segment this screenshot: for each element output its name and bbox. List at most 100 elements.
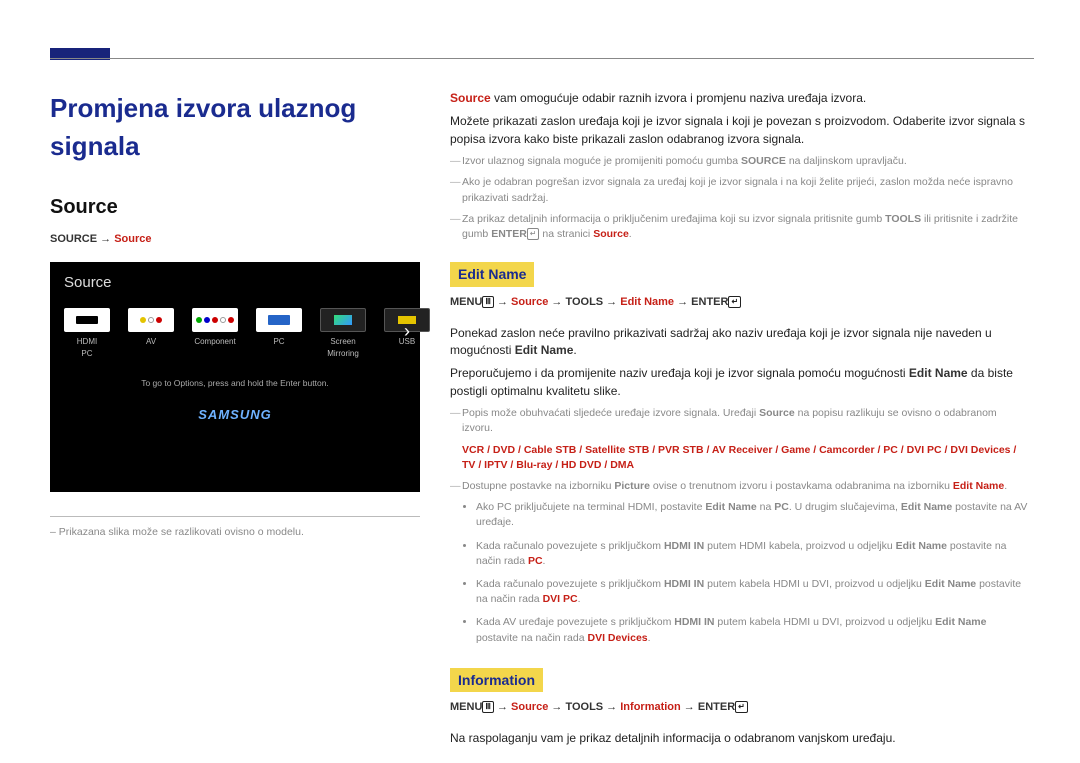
intro-notes: Izvor ulaznog signala moguće je promijen… xyxy=(450,154,1030,242)
pc-icon xyxy=(256,308,302,332)
samsung-logo: SAMSUNG xyxy=(64,406,406,425)
n3a: Za prikaz detaljnih informacija o priklj… xyxy=(462,213,885,225)
caption-text: Prikazana slika može se razlikovati ovis… xyxy=(59,526,304,538)
edit-bullets: Ako PC priključujete na terminal HDMI, p… xyxy=(476,500,1030,646)
ep1c: . xyxy=(573,343,576,357)
right-column: Source vam omogućuje odabir raznih izvor… xyxy=(450,90,1030,754)
ss-label: HDMI PC xyxy=(77,336,97,359)
b4a: Kada AV uređaje povezujete s priključkom xyxy=(476,616,674,628)
ss-source-row: HDMI PC AV Component PC Screen Mirroring xyxy=(64,308,406,359)
ss-item-hdmi: HDMI PC xyxy=(64,308,110,359)
n1a: Izvor ulaznog signala moguće je promijen… xyxy=(462,155,741,167)
b3c: putem kabela HDMI u DVI, proizvod u odje… xyxy=(704,578,925,590)
note-2: Ako je odabran pogrešan izvor signala za… xyxy=(450,175,1030,205)
bullet-1: Ako PC priključujete na terminal HDMI, p… xyxy=(476,500,1030,530)
b3d: Edit Name xyxy=(925,578,976,590)
b2d: Edit Name xyxy=(896,540,947,552)
b4e: postavite na način rada xyxy=(476,632,588,644)
b4g: . xyxy=(648,632,651,644)
ss-item-mirroring: Screen Mirroring xyxy=(320,308,366,359)
b1b: Edit Name xyxy=(705,501,756,513)
devlist: VCR / DVD / Cable STB / Satellite STB / … xyxy=(462,444,1016,471)
epath-f: → ENTER xyxy=(674,296,728,308)
b4b: HDMI IN xyxy=(674,616,714,628)
ipath-c: Source xyxy=(511,701,548,713)
b1e: . U drugim slučajevima, xyxy=(789,501,901,513)
edit-name-path: MENUⅢ → Source → TOOLS → Edit Name → ENT… xyxy=(450,295,1030,311)
edit-name-heading: Edit Name xyxy=(450,262,534,286)
n3b: TOOLS xyxy=(885,213,921,225)
enter-glyph-icon: ↵ xyxy=(527,228,540,240)
section-source-heading: Source xyxy=(50,193,420,222)
bullet-4: Kada AV uređaje povezujete s priključkom… xyxy=(476,615,1030,645)
epath-b: → xyxy=(494,296,511,308)
left-column: Promjena izvora ulaznog signala Source S… xyxy=(50,90,420,754)
b3g: . xyxy=(578,593,581,605)
b4c: putem kabela HDMI u DVI, proizvod u odje… xyxy=(715,616,936,628)
note-3: Za prikaz detaljnih informacija o priklj… xyxy=(450,212,1030,242)
source-path-prefix: SOURCE → xyxy=(50,233,114,245)
ipath-b: → xyxy=(494,701,511,713)
en1b: Source xyxy=(759,407,795,419)
note-1: Izvor ulaznog signala moguće je promijen… xyxy=(450,154,1030,169)
ss-arrow-right-icon: › xyxy=(404,318,410,344)
n1c: na daljinskom upravljaču. xyxy=(786,155,907,167)
b1f: Edit Name xyxy=(901,501,952,513)
edit-note-1: Popis može obuhvaćati sljedeće uređaje i… xyxy=(450,406,1030,473)
bullet-3: Kada računalo povezujete s priključkom H… xyxy=(476,577,1030,607)
n1b: SOURCE xyxy=(741,155,786,167)
ss-label: Component xyxy=(194,336,235,348)
b1a: Ako PC priključujete na terminal HDMI, p… xyxy=(476,501,705,513)
ss-label: Screen Mirroring xyxy=(320,336,366,359)
device-list: VCR / DVD / Cable STB / Satellite STB / … xyxy=(462,443,1030,473)
av-icon xyxy=(128,308,174,332)
en1a: Popis može obuhvaćati sljedeće uređaje i… xyxy=(462,407,759,419)
b3b: HDMI IN xyxy=(664,578,704,590)
intro-p1-text: vam omogućuje odabir raznih izvora i pro… xyxy=(491,91,867,105)
source-path: SOURCE → Source xyxy=(50,232,420,248)
page: Promjena izvora ulaznog signala Source S… xyxy=(50,90,1030,754)
ss-title: Source xyxy=(64,272,406,294)
ipath-a: MENU xyxy=(450,701,482,713)
intro-source-word: Source xyxy=(450,91,491,105)
ipath-f: → ENTER xyxy=(681,701,735,713)
b3f: DVI PC xyxy=(543,593,578,605)
hdmi-icon xyxy=(64,308,110,332)
ipath-e: Information xyxy=(620,701,681,713)
epath-a: MENU xyxy=(450,296,482,308)
b2g: . xyxy=(543,555,546,567)
b2f: PC xyxy=(528,555,543,567)
ep2a: Preporučujemo i da promijenite naziv ure… xyxy=(450,366,909,380)
edit-note-2: Dostupne postavke na izborniku Picture o… xyxy=(450,479,1030,494)
ss-label: PC xyxy=(273,336,284,348)
intro-p2: Možete prikazati zaslon uređaja koji je … xyxy=(450,113,1030,148)
ep2b: Edit Name xyxy=(909,366,968,380)
b1c: na xyxy=(757,501,775,513)
header-rule xyxy=(50,58,1034,59)
enter-glyph-icon: ↵ xyxy=(735,701,748,713)
mirroring-icon xyxy=(320,308,366,332)
ss-item-pc: PC xyxy=(256,308,302,348)
ss-label: AV xyxy=(146,336,156,348)
b2b: HDMI IN xyxy=(664,540,704,552)
intro-p1: Source vam omogućuje odabir raznih izvor… xyxy=(450,90,1030,107)
information-path: MENUⅢ → Source → TOOLS → Information → E… xyxy=(450,700,1030,716)
bullet-2: Kada računalo povezujete s priključkom H… xyxy=(476,539,1030,569)
tv-screenshot: Source HDMI PC AV Component PC xyxy=(50,262,420,492)
b2c: putem HDMI kabela, proizvod u odjeljku xyxy=(704,540,895,552)
epath-c: Source xyxy=(511,296,548,308)
menu-glyph-icon: Ⅲ xyxy=(482,701,494,713)
en2a: Dostupne postavke na izborniku xyxy=(462,480,614,492)
b3a: Kada računalo povezujete s priključkom xyxy=(476,578,664,590)
edit-p2: Preporučujemo i da promijenite naziv ure… xyxy=(450,365,1030,400)
en2c: ovise o trenutnom izvoru i postavkama od… xyxy=(650,480,953,492)
ss-item-av: AV xyxy=(128,308,174,348)
screenshot-caption: – Prikazana slika može se razlikovati ov… xyxy=(50,516,420,540)
n3d: ENTER xyxy=(491,228,527,240)
en2b: Picture xyxy=(614,480,650,492)
ep1b: Edit Name xyxy=(515,343,574,357)
menu-glyph-icon: Ⅲ xyxy=(482,296,494,308)
epath-e: Edit Name xyxy=(620,296,674,308)
en2d: Edit Name xyxy=(953,480,1004,492)
n3g: . xyxy=(629,228,632,240)
